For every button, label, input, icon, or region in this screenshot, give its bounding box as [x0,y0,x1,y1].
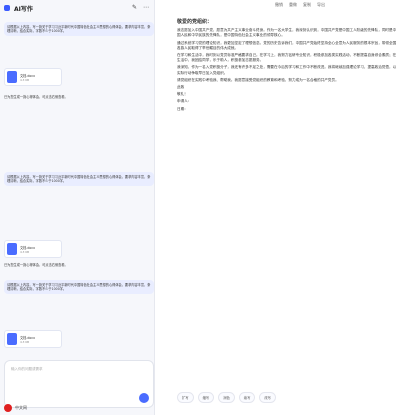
assistant-message: 已为您生成一篇心得体会，可点击右侧查看。 [4,263,68,267]
doc-toolbar: 撤销 重做 复制 导出 [275,2,325,8]
app-title: AI写作 [14,5,33,13]
chat-input[interactable]: 输入你的问题或需求 [4,360,154,408]
file-size: 4.3 KB [20,77,30,82]
document-panel: 撤销 重做 复制 导出 敬爱的党组织： 我志愿加入中国共产党，愿意为共产主义事业… [155,0,400,415]
doc-closing: 此致 [177,85,185,90]
chip-polish[interactable]: 润色 [218,392,235,403]
doc-paragraph: 在学习和生活中，我时刻以党员标准严格要求自己。在学习上，我努力钻研专业知识，积极… [177,53,397,63]
user-message: 请根据以上内容，写一篇关于学习习近平新时代中国特色社会主义思想的心得体会，要求内… [4,22,154,37]
docx-file-icon [7,243,17,255]
top-actions: ✎ ⋯ [132,4,149,11]
file-name: 文档.docx [20,335,36,340]
app-logo-icon [4,5,10,11]
file-card[interactable]: 文档.docx 4.3 KB [4,330,62,348]
send-button[interactable] [139,393,149,403]
undo-button[interactable]: 撤销 [275,2,283,8]
copy-button[interactable]: 复制 [303,2,311,8]
file-card[interactable]: 文档.docx 4.3 KB [4,68,62,86]
user-message: 请根据以上内容，写一篇关于学习习近平新时代中国特色社会主义思想的心得体会，要求内… [4,172,154,187]
chip-continue[interactable]: 续写 [238,392,256,403]
doc-paragraph: 请党组织在实践中考验我、帮助我。我愿意接受党组织的教育和考验，努力成为一名合格的… [177,77,339,82]
docx-file-icon [7,333,17,345]
doc-paragraph: 通过系统学习党的理论知识，我更加坚定了理想信念。党的历史告诉我们，中国共产党始终… [177,40,397,50]
brand-logo-icon [4,404,12,412]
file-size: 4.3 KB [20,249,30,254]
user-message: 请根据以上内容，写一篇关于学习习近平新时代中国特色社会主义思想的心得体会，要求内… [4,280,154,295]
file-size: 4.3 KB [20,339,30,344]
doc-date: 日期： [177,106,188,111]
file-name: 文档.docx [20,73,36,78]
chip-rewrite[interactable]: 改写 [259,392,276,403]
brand: 中文网 [4,404,27,412]
file-name: 文档.docx [20,245,36,250]
suggestion-chips: 扩写 缩写 润色 续写 改写 [177,392,397,403]
redo-button[interactable]: 重做 [289,2,297,8]
chip-shorten[interactable]: 缩写 [197,392,215,403]
new-chat-icon[interactable]: ✎ [132,4,137,11]
doc-paragraph: 我深知，作为一名入党积极分子，我还有许多不足之处，需要在今后的学习和工作中不断改… [177,65,397,75]
doc-salutation: 敬爱的党组织： [177,19,213,25]
document-content[interactable]: 敬爱的党组织： 我志愿加入中国共产党，愿意为共产主义事业奋斗终身。作为一名大学生… [177,19,397,114]
chip-expand[interactable]: 扩写 [177,392,194,403]
doc-signature: 申请人： [177,99,192,104]
chat-panel: AI写作 ✎ ⋯ 请根据以上内容，写一篇关于学习习近平新时代中国特色社会主义思想… [0,0,155,415]
export-button[interactable]: 导出 [317,2,325,8]
top-bar: AI写作 [0,0,154,16]
doc-salute: 敬礼！ [177,92,188,97]
assistant-message: 已为您生成一篇心得体会，可点击右侧查看。 [4,95,68,99]
more-icon[interactable]: ⋯ [143,4,149,11]
input-placeholder: 输入你的问题或需求 [11,367,43,371]
doc-paragraph: 我志愿加入中国共产党，愿意为共产主义事业奋斗终身。作为一名大学生，我深刻认识到，… [177,28,397,38]
docx-file-icon [7,71,17,83]
brand-text: 中文网 [15,405,27,410]
file-card[interactable]: 文档.docx 4.3 KB [4,240,62,258]
